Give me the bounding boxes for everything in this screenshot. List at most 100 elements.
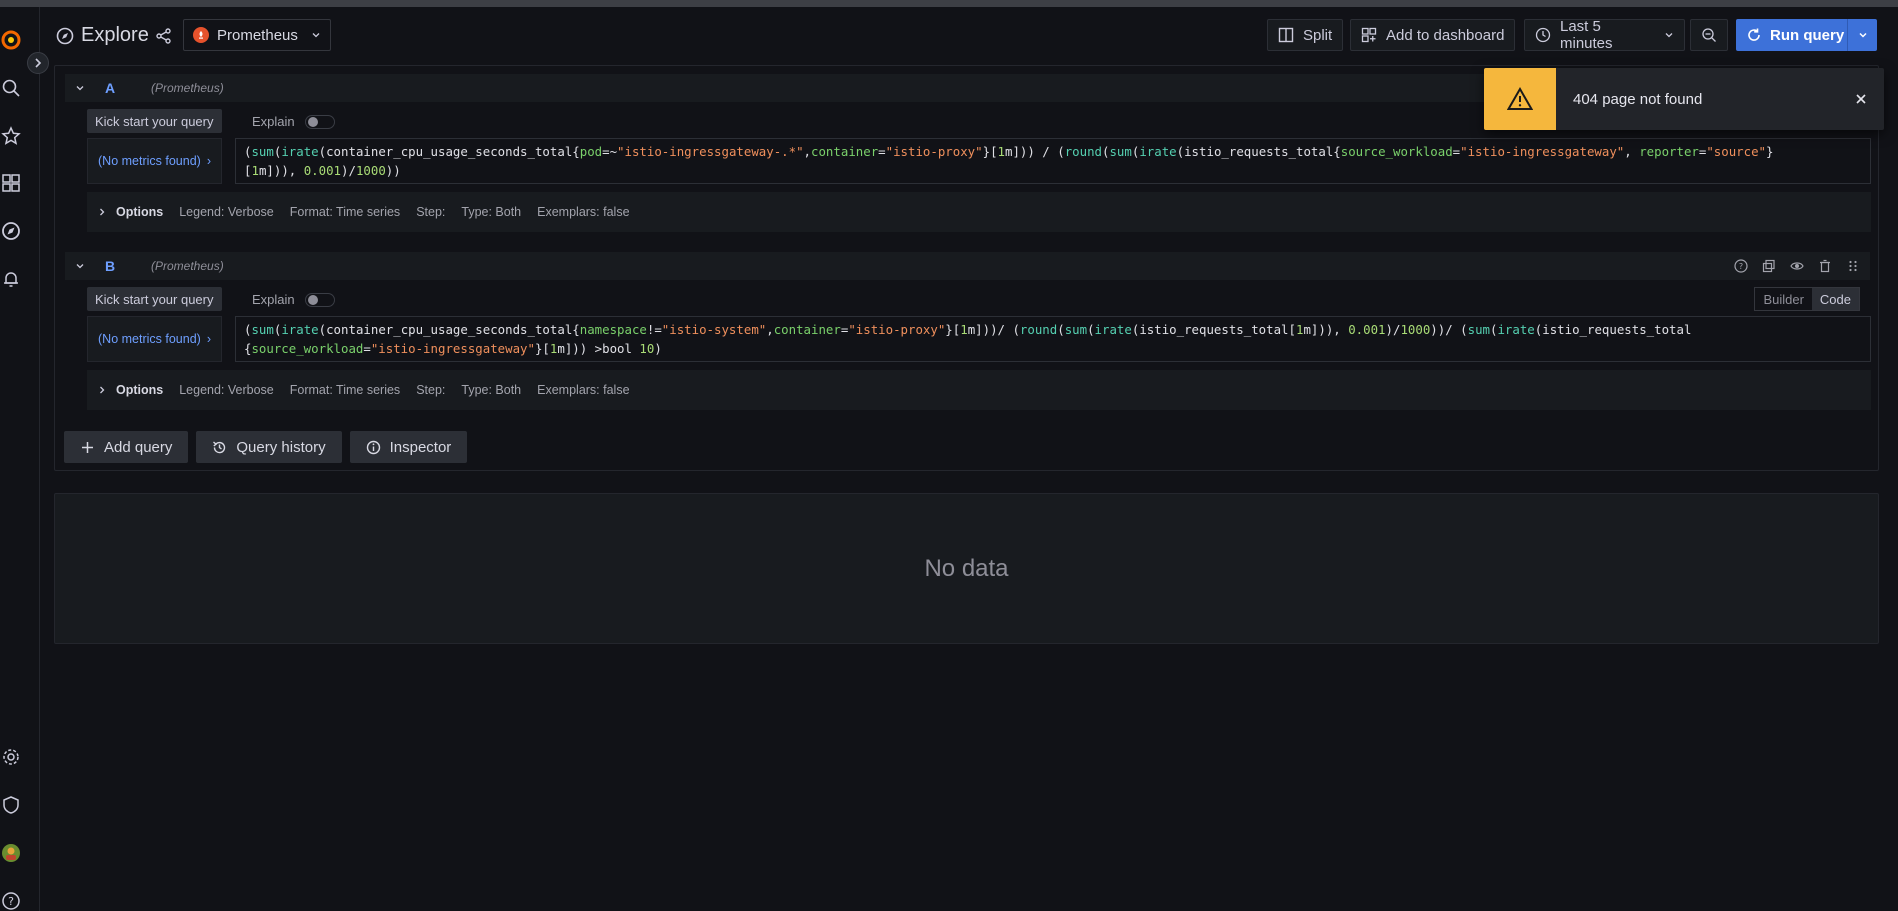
options-legend: Legend: Verbose xyxy=(179,383,274,397)
zoom-out-icon xyxy=(1702,28,1716,42)
explain-label: Explain xyxy=(252,292,295,307)
query-ref-id[interactable]: B xyxy=(105,258,151,274)
query-datasource-name: (Prometheus) xyxy=(151,259,224,273)
options-exemplars: Exemplars: false xyxy=(537,383,630,397)
avatar[interactable] xyxy=(0,841,22,865)
run-query-main[interactable]: Run query xyxy=(1736,19,1847,51)
prometheus-logo-icon xyxy=(193,27,209,43)
metrics-browser-button[interactable]: (No metrics found) › xyxy=(87,316,222,362)
plus-icon xyxy=(82,441,93,453)
duplicate-query-icon[interactable] xyxy=(1759,256,1778,275)
chevron-right-icon: › xyxy=(206,154,211,168)
run-query-interval-dropdown[interactable] xyxy=(1847,19,1877,51)
datasource-picker[interactable]: Prometheus xyxy=(183,19,331,51)
inspector-button[interactable]: Inspector xyxy=(349,431,468,463)
search-icon[interactable] xyxy=(0,76,22,100)
chevron-down-icon[interactable] xyxy=(69,77,91,99)
window-top-strip xyxy=(0,0,1898,7)
chevron-down-icon[interactable] xyxy=(69,255,91,277)
options-step: Step: xyxy=(416,383,446,397)
code-mode-tab[interactable]: Code xyxy=(1811,288,1859,310)
dashboards-icon[interactable] xyxy=(0,171,22,195)
kick-start-button[interactable]: Kick start your query xyxy=(87,109,222,133)
query-expression-line-1: (sum(irate(container_cpu_usage_seconds_t… xyxy=(244,322,1692,337)
drag-handle-icon[interactable] xyxy=(1843,256,1862,275)
datasource-name: Prometheus xyxy=(217,26,298,44)
query-datasource-name: (Prometheus) xyxy=(151,81,224,95)
query-help-icon[interactable]: ? xyxy=(1731,256,1750,275)
query-row-actions: ? xyxy=(1731,256,1862,275)
query-options-row[interactable]: Options Legend: Verbose Format: Time ser… xyxy=(87,192,1871,232)
query-history-button[interactable]: Query history xyxy=(196,431,342,463)
query-options-row[interactable]: Options Legend: Verbose Format: Time ser… xyxy=(87,370,1871,410)
chevron-down-icon xyxy=(1664,30,1674,40)
explain-switch[interactable] xyxy=(304,292,335,307)
svg-text:?: ? xyxy=(8,895,14,908)
help-icon[interactable]: ? xyxy=(0,889,22,911)
run-query-button[interactable]: Run query xyxy=(1736,19,1877,51)
add-to-dashboard-button[interactable]: Add to dashboard xyxy=(1350,19,1516,51)
clock-icon xyxy=(1535,27,1551,43)
metrics-browser-label: (No metrics found) xyxy=(98,154,201,168)
chevron-down-icon xyxy=(311,27,321,44)
add-query-label: Add query xyxy=(104,438,173,456)
split-button[interactable]: Split xyxy=(1267,19,1344,51)
expand-sidebar-button[interactable] xyxy=(27,52,49,74)
options-format: Format: Time series xyxy=(289,383,401,397)
dashboard-add-icon xyxy=(1361,27,1377,43)
query-expression-line-2: {source_workload="istio-ingressgateway"}… xyxy=(244,341,662,356)
toast-message: 404 page not found xyxy=(1573,90,1703,108)
query-row-header-b[interactable]: B (Prometheus) ? xyxy=(65,252,1870,280)
explain-toggle[interactable]: Explain xyxy=(252,292,335,307)
delete-query-trash-icon[interactable] xyxy=(1815,256,1834,275)
time-range-label: Last 5 minutes xyxy=(1560,18,1613,52)
error-toast: 404 page not found xyxy=(1484,68,1884,130)
metrics-browser-button[interactable]: (No metrics found) › xyxy=(87,138,222,184)
shield-icon[interactable] xyxy=(0,793,22,817)
zoom-out-button[interactable] xyxy=(1690,19,1728,51)
query-actions: Add query Query history Inspector xyxy=(64,431,468,463)
close-icon[interactable] xyxy=(1846,84,1876,114)
editor-mode-toggle[interactable]: Builder Code xyxy=(1754,287,1860,311)
kick-start-button[interactable]: Kick start your query xyxy=(87,287,222,311)
chevron-right-icon xyxy=(97,207,107,217)
builder-mode-tab[interactable]: Builder xyxy=(1755,288,1811,310)
explain-label: Explain xyxy=(252,114,295,129)
metrics-browser-label: (No metrics found) xyxy=(98,332,201,346)
options-type: Type: Both xyxy=(461,383,522,397)
history-icon xyxy=(213,440,226,453)
run-query-label: Run query xyxy=(1770,26,1845,44)
star-icon[interactable] xyxy=(0,124,22,148)
no-data-text: No data xyxy=(924,554,1009,582)
explain-switch[interactable] xyxy=(304,114,335,129)
grafana-logo-icon[interactable] xyxy=(0,28,22,52)
explore-icon[interactable] xyxy=(0,219,22,243)
hide-query-eye-icon[interactable] xyxy=(1787,256,1806,275)
split-label: Split xyxy=(1303,26,1333,44)
explore-icon xyxy=(56,27,74,45)
query-expression-line-2: [1m])), 0.001)/1000)) xyxy=(244,163,401,178)
options-format: Format: Time series xyxy=(289,205,401,219)
time-range-picker[interactable]: Last 5 minutes xyxy=(1524,18,1685,52)
query-editor-b[interactable]: (sum(irate(container_cpu_usage_seconds_t… xyxy=(235,316,1871,362)
query-editor-a[interactable]: (sum(irate(container_cpu_usage_seconds_t… xyxy=(235,138,1871,184)
options-title: Options xyxy=(116,205,164,219)
explain-toggle[interactable]: Explain xyxy=(252,114,335,129)
share-icon[interactable] xyxy=(155,27,173,45)
query-body-b: Kick start your query Explain Builder Co… xyxy=(65,280,1871,426)
inspector-label: Inspector xyxy=(389,438,452,456)
query-ref-id[interactable]: A xyxy=(105,80,151,96)
options-exemplars: Exemplars: false xyxy=(537,205,630,219)
sidebar: ? xyxy=(0,7,40,911)
results-panel: No data xyxy=(54,493,1879,644)
add-query-button[interactable]: Add query xyxy=(64,431,189,463)
page-title: Explore xyxy=(81,24,149,46)
options-step: Step: xyxy=(416,205,446,219)
alert-bell-icon[interactable] xyxy=(0,267,22,291)
options-legend: Legend: Verbose xyxy=(179,205,274,219)
query-expression-line-1: (sum(irate(container_cpu_usage_seconds_t… xyxy=(244,144,1774,159)
warning-icon xyxy=(1484,68,1556,130)
gear-icon[interactable] xyxy=(0,745,22,769)
explore-toolbar: Explore Prometheus Split Add to dashboar… xyxy=(40,7,1898,64)
split-icon xyxy=(1278,27,1294,43)
